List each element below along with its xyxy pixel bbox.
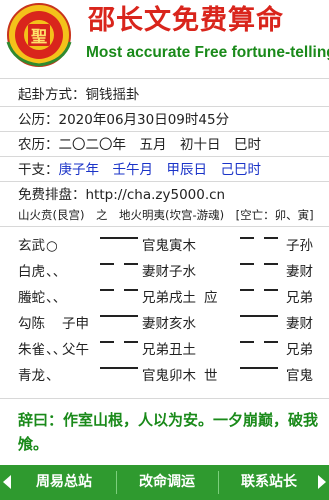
- divider: [0, 226, 329, 227]
- svg-text:聖: 聖: [31, 27, 47, 46]
- dong-mark: ○: [46, 238, 58, 254]
- bian-yao-line: [240, 367, 278, 369]
- ben-yao-line: [100, 289, 114, 291]
- site-title: 邵长文免费算命: [88, 5, 284, 36]
- method-label: 起卦方式：: [18, 87, 86, 103]
- fushen-label: 父午: [62, 342, 89, 358]
- dong-mark: 、: [46, 368, 60, 384]
- paipan-label: 免费排盘：: [18, 187, 86, 203]
- next-arrow-icon[interactable]: [318, 475, 326, 489]
- gua-row: 勾陈 子申 妻财亥水 妻财: [18, 315, 329, 333]
- gua-row: 玄武 ○ 官鬼寅木 子孙: [18, 237, 329, 255]
- bian-liuqin-label: 子孙: [286, 238, 313, 254]
- gaiming-button[interactable]: 改命调运: [117, 465, 217, 500]
- header-divider: [0, 78, 329, 79]
- bian-yao-line: [240, 263, 254, 265]
- gua-row: 朱雀、、 父午 兄弟丑土 兄弟: [18, 341, 329, 359]
- divider: [0, 398, 329, 399]
- divider: [0, 181, 329, 182]
- liushen-label: 白虎: [18, 264, 45, 280]
- liuqin-label: 官鬼卯木: [142, 368, 196, 384]
- ben-yao-line: [100, 263, 114, 265]
- bian-liuqin-label: 官鬼: [286, 368, 313, 384]
- site-header: 聖 邵长文免费算命 Most accurate Free fortune-tel…: [0, 0, 329, 78]
- method-line: 起卦方式：铜钱摇卦: [18, 86, 140, 104]
- liuqin-label: 兄弟丑土: [142, 342, 196, 358]
- liuqin-label: 妻财亥水: [142, 316, 196, 332]
- bian-yao-line: [240, 341, 254, 343]
- ben-yao-line: [124, 341, 138, 343]
- ganzhi-value: 庚子年 壬午月 甲辰日 己巳时: [58, 162, 262, 178]
- prev-arrow-icon[interactable]: [3, 475, 11, 489]
- zhouyi-button[interactable]: 周易总站: [14, 465, 114, 500]
- nongli-line: 农历：二〇二〇年 五月 初十日 巳时: [18, 136, 261, 154]
- ben-yao-line: [124, 263, 138, 265]
- gua-title: 山火贲(艮宫) 之 地火明夷(坎宫-游魂) [空亡：卯、寅]: [18, 208, 314, 222]
- bian-liuqin-label: 兄弟: [286, 290, 313, 306]
- method-value: 铜钱摇卦: [85, 87, 140, 103]
- bian-yao-line: [264, 341, 278, 343]
- liuqin-label: 官鬼寅木: [142, 238, 196, 254]
- gua-row: 白虎、、 妻财子水 妻财: [18, 263, 329, 281]
- paipan-line: 免费排盘：http://cha.zy5000.cn: [18, 186, 225, 204]
- liuqin-label: 妻财子水: [142, 264, 196, 280]
- gua-ci-text: 辞曰：作室山根，人以为安。一夕崩巅，破我 飧。: [18, 411, 319, 453]
- divider: [0, 106, 329, 107]
- fushen-label: 子申: [62, 316, 89, 332]
- divider: [0, 131, 329, 132]
- contact-button[interactable]: 联系站长: [219, 465, 319, 500]
- ben-yao-line: [100, 237, 138, 239]
- liushen-label: 螣蛇: [18, 290, 45, 306]
- seal-logo[interactable]: 聖: [2, 2, 76, 68]
- shiying-label: 世: [204, 368, 218, 384]
- gongli-value: 2020年06月30日09时45分: [58, 112, 230, 128]
- nongli-value: 二〇二〇年 五月 初十日 巳时: [58, 137, 262, 153]
- bian-liuqin-label: 兄弟: [286, 342, 313, 358]
- gua-row: 螣蛇、、 兄弟戌土应 兄弟: [18, 289, 329, 307]
- bian-yao-line: [264, 263, 278, 265]
- bian-yao-line: [264, 237, 278, 239]
- paipan-link[interactable]: http://cha.zy5000.cn: [86, 187, 226, 203]
- bian-yao-line: [240, 237, 254, 239]
- liushen-label: 朱雀: [18, 342, 45, 358]
- liushen-label: 玄武: [18, 238, 45, 254]
- ganzhi-line: 干支：庚子年 壬午月 甲辰日 己巳时: [18, 161, 261, 179]
- ben-yao-line: [100, 341, 114, 343]
- dong-mark: 、、: [46, 290, 67, 306]
- ganzhi-label: 干支：: [18, 162, 59, 178]
- dong-mark: 、、: [46, 264, 67, 280]
- bian-yao-line: [264, 289, 278, 291]
- bian-yao-line: [240, 289, 254, 291]
- ben-yao-line: [124, 289, 138, 291]
- bian-yao-line: [240, 315, 278, 317]
- ben-yao-line: [100, 367, 138, 369]
- nongli-label: 农历：: [18, 137, 59, 153]
- divider: [0, 156, 329, 157]
- gongli-label: 公历：: [18, 112, 59, 128]
- ben-yao-line: [100, 315, 138, 317]
- site-subtitle: Most accurate Free fortune-telling: [86, 44, 329, 61]
- bian-liuqin-label: 妻财: [286, 316, 313, 332]
- gongli-line: 公历：2020年06月30日09时45分: [18, 111, 229, 129]
- bian-liuqin-label: 妻财: [286, 264, 313, 280]
- gua-row: 青龙、 官鬼卯木世 官鬼: [18, 367, 329, 385]
- liushen-label: 青龙: [18, 368, 45, 384]
- liuqin-label: 兄弟戌土: [142, 290, 196, 306]
- liushen-label: 勾陈: [18, 316, 45, 332]
- footer-nav: 周易总站 改命调运 联系站长: [0, 465, 329, 500]
- shiying-label: 应: [204, 290, 218, 306]
